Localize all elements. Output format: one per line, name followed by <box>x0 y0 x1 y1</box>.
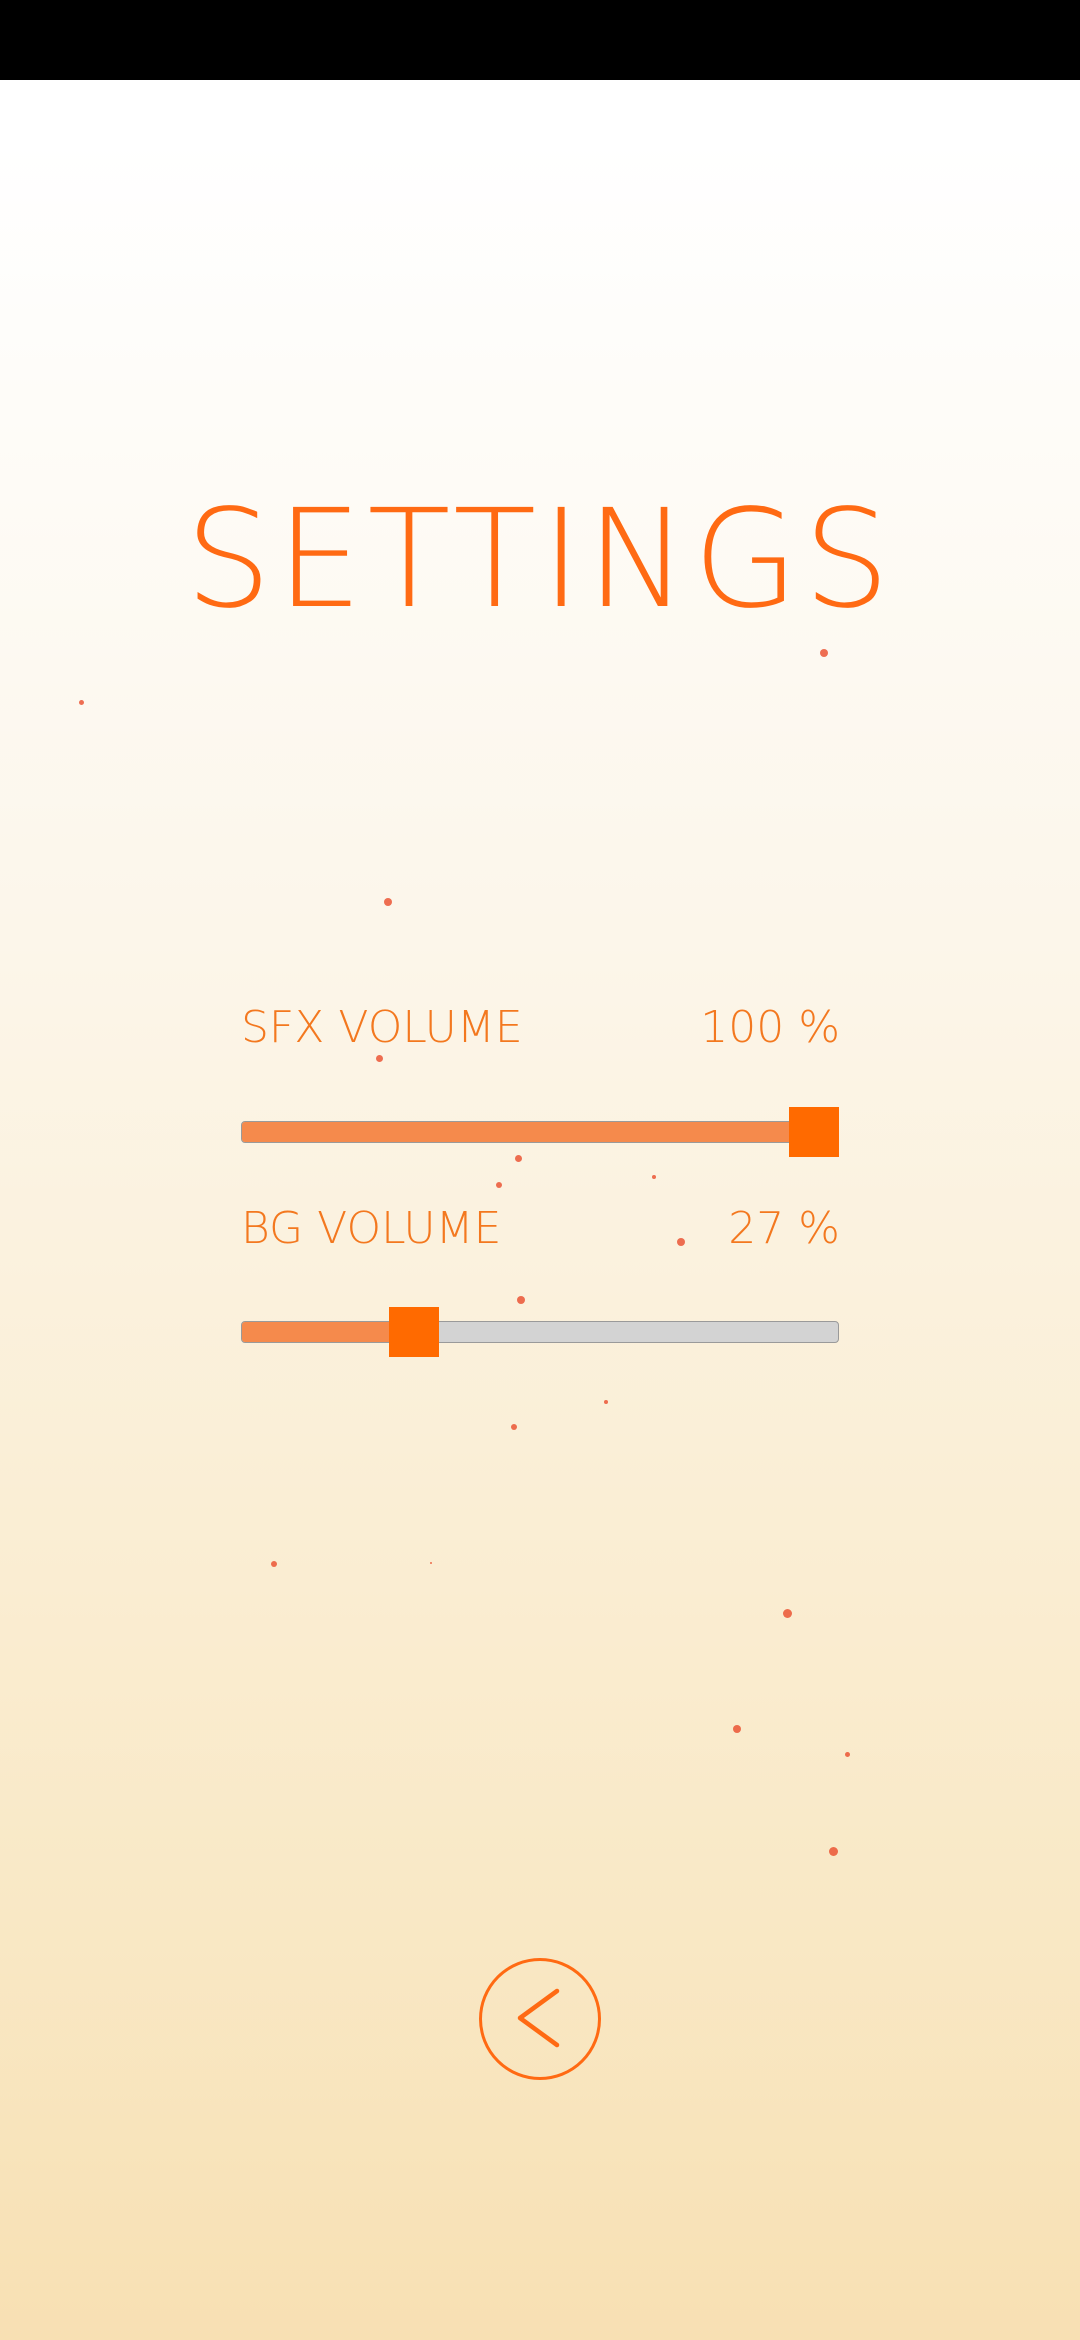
bg-slider-thumb[interactable] <box>388 1307 439 1357</box>
particle <box>430 1562 432 1564</box>
particle <box>783 1609 792 1618</box>
chevron-left-icon <box>517 1988 560 2048</box>
particle <box>517 1296 525 1304</box>
bg-slider-track <box>241 1321 839 1343</box>
particle <box>652 1175 656 1179</box>
sfx-volume-label: SFX VOLUME <box>241 1002 523 1053</box>
particle <box>733 1725 741 1733</box>
sfx-slider-track <box>241 1121 839 1143</box>
status-bar <box>0 0 1080 80</box>
particle <box>845 1752 850 1757</box>
bg-volume-value: 27 % <box>728 1203 840 1254</box>
bg-volume-slider[interactable] <box>241 1307 839 1357</box>
particle <box>677 1238 685 1246</box>
particle <box>376 1055 383 1062</box>
particle <box>271 1561 277 1567</box>
bg-volume-label: BG VOLUME <box>241 1203 502 1254</box>
particle <box>829 1847 838 1856</box>
sfx-volume-slider[interactable] <box>241 1107 839 1157</box>
particle <box>604 1400 608 1404</box>
particle <box>496 1182 502 1188</box>
particle <box>515 1155 522 1162</box>
sfx-volume-value: 100 % <box>700 1002 840 1053</box>
particle <box>511 1424 517 1430</box>
sfx-slider-thumb[interactable] <box>789 1107 839 1157</box>
back-button[interactable] <box>479 1958 601 2080</box>
particle <box>79 700 84 705</box>
sfx-slider-fill <box>242 1122 815 1142</box>
particle <box>820 649 828 657</box>
page-title: SETTINGS <box>185 481 895 639</box>
particle <box>384 898 392 906</box>
